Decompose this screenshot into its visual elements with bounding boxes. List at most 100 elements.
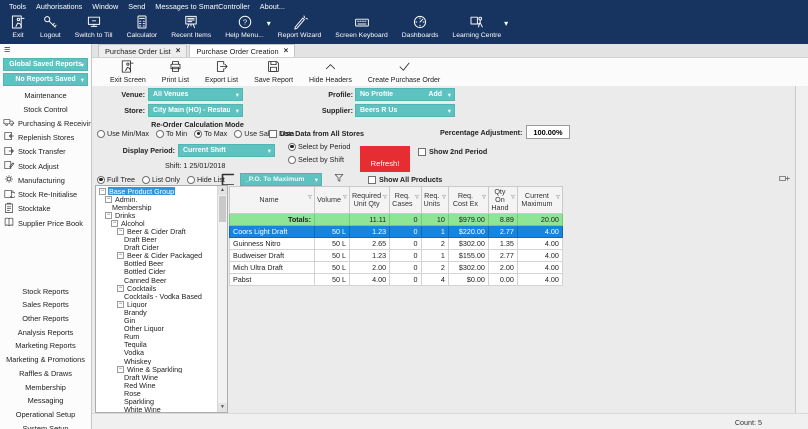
column-filter-icon[interactable]	[555, 194, 561, 202]
tree-item-rum[interactable]: Rum	[96, 333, 217, 341]
sidebar-item-messaging[interactable]: Messaging	[0, 394, 91, 408]
menu-send[interactable]: Send	[123, 2, 150, 11]
column-filter-icon[interactable]	[382, 194, 388, 202]
toolbar-exit[interactable]: Exit	[10, 14, 26, 39]
tree-item-wine-sparkling[interactable]: −Wine & Sparkling	[96, 365, 217, 373]
tree-item-alcohol[interactable]: −Alcohol	[96, 219, 217, 227]
table-row[interactable]: Guinness Nitro50 L2.6502$302.001.354.00	[230, 238, 563, 250]
radio-reorder-to-min[interactable]: To Min	[156, 129, 187, 138]
tree-item-cocktails[interactable]: −Cocktails	[96, 284, 217, 292]
sidebar-item-stock-control[interactable]: Stock Control	[0, 103, 91, 116]
tree-item-canned-beer[interactable]: Canned Beer	[96, 276, 217, 284]
column-header-req-units[interactable]: Req. Units	[421, 187, 448, 214]
action-save-report[interactable]: Save Report	[254, 59, 293, 86]
menu-messages-to-smartcontroller[interactable]: Messages to SmartController	[150, 2, 255, 11]
sidebar-item-purchasing-receiving[interactable]: Purchasing & Receiving	[0, 116, 91, 130]
column-filter-icon[interactable]	[342, 194, 348, 202]
column-header-qty-on-hand[interactable]: Qty On Hand	[488, 187, 517, 214]
toolbar-calculator[interactable]: Calculator	[127, 14, 158, 39]
display-period-dropdown[interactable]: Current Shift ▾	[178, 144, 275, 157]
dock-panel-icon[interactable]	[778, 172, 791, 187]
tree-item-white-wine[interactable]: White Wine	[96, 406, 217, 412]
hamburger-icon[interactable]: ≡	[4, 44, 91, 57]
tree-item-bottled-cider[interactable]: Bottled Cider	[96, 268, 217, 276]
tree-item-draft-wine[interactable]: Draft Wine	[96, 373, 217, 381]
toolbar-report-wizard[interactable]: Report Wizard	[278, 14, 321, 39]
radio-view-full-tree[interactable]: Full Tree	[97, 175, 135, 184]
collapse-icon[interactable]: −	[117, 301, 124, 308]
filter-funnel-icon[interactable]	[333, 172, 345, 186]
percentage-adjustment-input[interactable]	[526, 125, 570, 139]
toolbar-logout[interactable]: Logout	[40, 14, 61, 39]
toolbar-screen-keyboard[interactable]: Screen Keyboard	[335, 14, 388, 39]
sidebar-item-supplier-price-book[interactable]: Supplier Price Book	[0, 216, 91, 230]
refresh-button[interactable]: Refresh!	[360, 146, 410, 172]
profile-add-button[interactable]: Add	[428, 91, 442, 98]
menu-about[interactable]: About...	[255, 2, 290, 11]
toolbar-help-menu[interactable]: ?Help Menu...	[225, 14, 264, 39]
sidebar-dropdown-global-saved-reports[interactable]: Global Saved Reports▾	[3, 58, 88, 71]
sidebar-item-replenish-stores[interactable]: Replenish Stores	[0, 130, 91, 144]
collapse-icon[interactable]: −	[117, 285, 124, 292]
tree-item-rose[interactable]: Rose	[96, 389, 217, 397]
tree-item-red-wine[interactable]: Red Wine	[96, 381, 217, 389]
sidebar-dropdown-no-reports-saved[interactable]: No Reports Saved▾	[3, 73, 88, 86]
tab-purchase-order-list[interactable]: Purchase Order List×	[98, 44, 187, 57]
column-header-name[interactable]: Name	[230, 187, 315, 214]
collapse-icon[interactable]: −	[111, 220, 118, 227]
sidebar-item-stock-transfer[interactable]: Stock Transfer	[0, 145, 91, 159]
action-hide-headers[interactable]: Hide Headers	[309, 59, 352, 86]
column-filter-icon[interactable]	[441, 194, 447, 202]
tree-item-gin[interactable]: Gin	[96, 317, 217, 325]
column-header-req-cost-ex[interactable]: Req. Cost Ex	[448, 187, 488, 214]
scroll-up-icon[interactable]: ▲	[218, 186, 227, 195]
tree-item-tequila[interactable]: Tequila	[96, 341, 217, 349]
tab-purchase-order-creation[interactable]: Purchase Order Creation×	[189, 44, 295, 57]
tab-close-icon[interactable]: ×	[284, 47, 289, 55]
column-filter-icon[interactable]	[414, 194, 420, 202]
supplier-dropdown[interactable]: Beers R Us ▾	[355, 104, 455, 117]
store-dropdown[interactable]: City Main (HO) - Restaura ▾	[148, 104, 243, 117]
collapse-icon[interactable]: −	[117, 228, 124, 235]
tree-item-brandy[interactable]: Brandy	[96, 308, 217, 316]
sidebar-item-stock-reports[interactable]: Stock Reports	[0, 284, 91, 298]
tree-item-vodka[interactable]: Vodka	[96, 349, 217, 357]
radio-period-select-by-period[interactable]: Select by Period	[288, 142, 350, 151]
tree-item-other-liquor[interactable]: Other Liquor	[96, 325, 217, 333]
tree-item-whiskey[interactable]: Whiskey	[96, 357, 217, 365]
tree-item-drinks[interactable]: −Drinks	[96, 211, 217, 219]
tree-item-draft-cider[interactable]: Draft Cider	[96, 244, 217, 252]
scrollbar-thumb[interactable]	[219, 196, 226, 222]
table-row[interactable]: Pabst50 L4.0004$0.000.004.00	[230, 274, 563, 286]
column-filter-icon[interactable]	[307, 194, 313, 202]
po-action-dropdown[interactable]: _P.O. To Maximum ▾	[240, 173, 322, 186]
menu-authorisations[interactable]: Authorisations	[31, 2, 87, 11]
toolbar-dashboards[interactable]: Dashboards	[402, 14, 439, 39]
action-print-list[interactable]: Print List	[162, 59, 189, 86]
venue-dropdown[interactable]: All Venues ▾	[148, 88, 243, 101]
profile-dropdown[interactable]: No Profile Add ▾	[355, 88, 455, 101]
column-filter-icon[interactable]	[510, 194, 516, 202]
radio-view-list-only[interactable]: List Only	[142, 175, 180, 184]
radio-reorder-to-max[interactable]: To Max	[194, 129, 227, 138]
show-all-products-checkbox[interactable]: Show All Products	[368, 175, 442, 184]
sidebar-item-maintenance[interactable]: Maintenance	[0, 89, 91, 102]
sidebar-item-marketing-reports[interactable]: Marketing Reports	[0, 339, 91, 353]
tree-item-beer-cider-packaged[interactable]: −Beer & Cider Packaged	[96, 252, 217, 260]
sidebar-item-membership[interactable]: Membership	[0, 380, 91, 394]
action-exit-screen[interactable]: Exit Screen	[110, 59, 146, 86]
table-row[interactable]: Budweiser Draft50 L1.2301$155.002.774.00	[230, 250, 563, 262]
tree-item-draft-beer[interactable]: Draft Beer	[96, 236, 217, 244]
tree-item-sparkling[interactable]: Sparkling	[96, 397, 217, 405]
collapse-icon[interactable]: −	[117, 252, 124, 259]
column-header-required-unit-qty[interactable]: Required Unit Qty	[349, 187, 389, 214]
chevron-down-icon[interactable]: ▾	[267, 19, 271, 28]
sidebar-item-analysis-reports[interactable]: Analysis Reports	[0, 325, 91, 339]
column-filter-icon[interactable]	[481, 194, 487, 202]
totals-row[interactable]: Totals:11.11010$979.008.8920.00	[230, 214, 563, 226]
column-header-volume[interactable]: Volume	[315, 187, 350, 214]
menu-tools[interactable]: Tools	[4, 2, 31, 11]
sidebar-item-manufacturing[interactable]: Manufacturing	[0, 173, 91, 187]
tree-item-base-product-group[interactable]: −Base Product Group	[96, 187, 217, 195]
tree-item-beer-cider-draft[interactable]: −Beer & Cider Draft	[96, 227, 217, 235]
